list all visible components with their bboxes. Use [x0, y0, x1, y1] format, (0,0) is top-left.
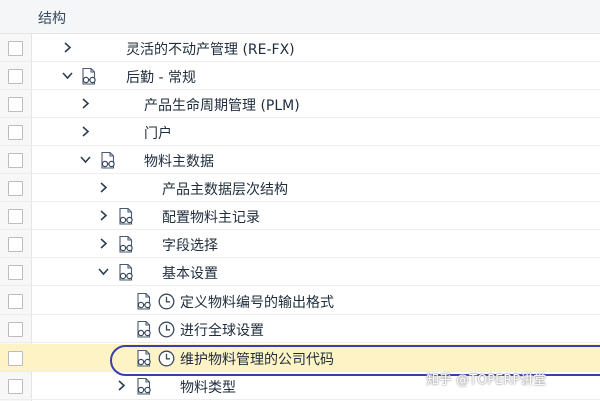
row-checkbox[interactable] [8, 265, 23, 280]
chevron-down-icon[interactable] [80, 154, 91, 165]
glasses-doc-icon[interactable] [80, 67, 99, 86]
tree-node-label[interactable]: 灵活的不动产管理 (RE-FX) [126, 39, 295, 59]
structure-header: 结构 [0, 0, 600, 34]
chevron-right-icon[interactable] [80, 126, 91, 137]
tree-row[interactable]: 维护物料管理的公司代码 [0, 344, 600, 372]
glasses-doc-icon[interactable] [135, 292, 154, 311]
glasses-doc-icon[interactable] [135, 320, 154, 339]
chevron-right-icon[interactable] [98, 210, 109, 221]
tree-node-label[interactable]: 基本设置 [162, 263, 218, 283]
row-checkbox[interactable] [8, 379, 23, 394]
tree-node-label[interactable]: 进行全球设置 [180, 320, 264, 340]
row-checkbox[interactable] [8, 125, 23, 140]
glasses-doc-icon[interactable] [135, 377, 154, 396]
clock-icon[interactable] [157, 292, 176, 311]
watermark: 知乎 @TOPERP讲堂 [426, 373, 547, 388]
chevron-right-icon[interactable] [98, 238, 109, 249]
tree-node-label[interactable]: 产品生命周期管理 (PLM) [144, 95, 300, 115]
tree-node-label[interactable]: 物料主数据 [144, 151, 214, 171]
tree-node-label[interactable]: 后勤 - 常规 [126, 67, 196, 87]
row-checkbox[interactable] [8, 69, 23, 84]
tree-row[interactable]: 字段选择 [0, 230, 600, 258]
glasses-doc-icon[interactable] [117, 207, 136, 226]
clock-icon[interactable] [157, 349, 176, 368]
tree-row[interactable]: 灵活的不动产管理 (RE-FX) [0, 34, 600, 62]
tree-node-label[interactable]: 产品主数据层次结构 [162, 179, 288, 199]
row-checkbox[interactable] [8, 237, 23, 252]
tree-node-label[interactable]: 物料类型 [180, 377, 236, 397]
glasses-doc-icon[interactable] [135, 349, 154, 368]
tree-row[interactable]: 产品主数据层次结构 [0, 174, 600, 202]
glasses-doc-icon[interactable] [117, 263, 136, 282]
chevron-down-icon[interactable] [62, 70, 73, 81]
row-checkbox[interactable] [8, 41, 23, 56]
tree-row[interactable]: 进行全球设置 [0, 315, 600, 343]
tree-node-label[interactable]: 维护物料管理的公司代码 [180, 349, 334, 369]
chevron-right-icon[interactable] [80, 98, 91, 109]
row-checkbox[interactable] [8, 294, 23, 309]
tree-row[interactable]: 产品生命周期管理 (PLM) [0, 90, 600, 118]
chevron-right-icon[interactable] [116, 380, 127, 391]
clock-icon[interactable] [157, 320, 176, 339]
tree-row[interactable]: 定义物料编号的输出格式 [0, 287, 600, 315]
glasses-doc-icon[interactable] [117, 235, 136, 254]
tree-row[interactable]: 后勤 - 常规 [0, 62, 600, 90]
tree-node-label[interactable]: 字段选择 [162, 235, 218, 255]
row-checkbox[interactable] [8, 153, 23, 168]
tree-node-label[interactable]: 配置物料主记录 [162, 207, 260, 227]
tree-row[interactable]: 配置物料主记录 [0, 202, 600, 230]
row-checkbox[interactable] [8, 322, 23, 337]
row-checkbox[interactable] [8, 97, 23, 112]
tree-node-label[interactable]: 定义物料编号的输出格式 [180, 292, 334, 312]
tree-row[interactable]: 基本设置 [0, 258, 600, 286]
row-checkbox[interactable] [8, 351, 23, 366]
tree-node-label[interactable]: 门户 [144, 123, 172, 143]
chevron-right-icon[interactable] [62, 42, 73, 53]
column-title: 结构 [38, 11, 66, 27]
tree-row[interactable]: 物料主数据 [0, 146, 600, 174]
chevron-down-icon[interactable] [98, 266, 109, 277]
tree-row[interactable]: 门户 [0, 118, 600, 146]
chevron-right-icon[interactable] [98, 182, 109, 193]
glasses-doc-icon[interactable] [99, 151, 118, 170]
row-checkbox[interactable] [8, 181, 23, 196]
row-checkbox[interactable] [8, 209, 23, 224]
